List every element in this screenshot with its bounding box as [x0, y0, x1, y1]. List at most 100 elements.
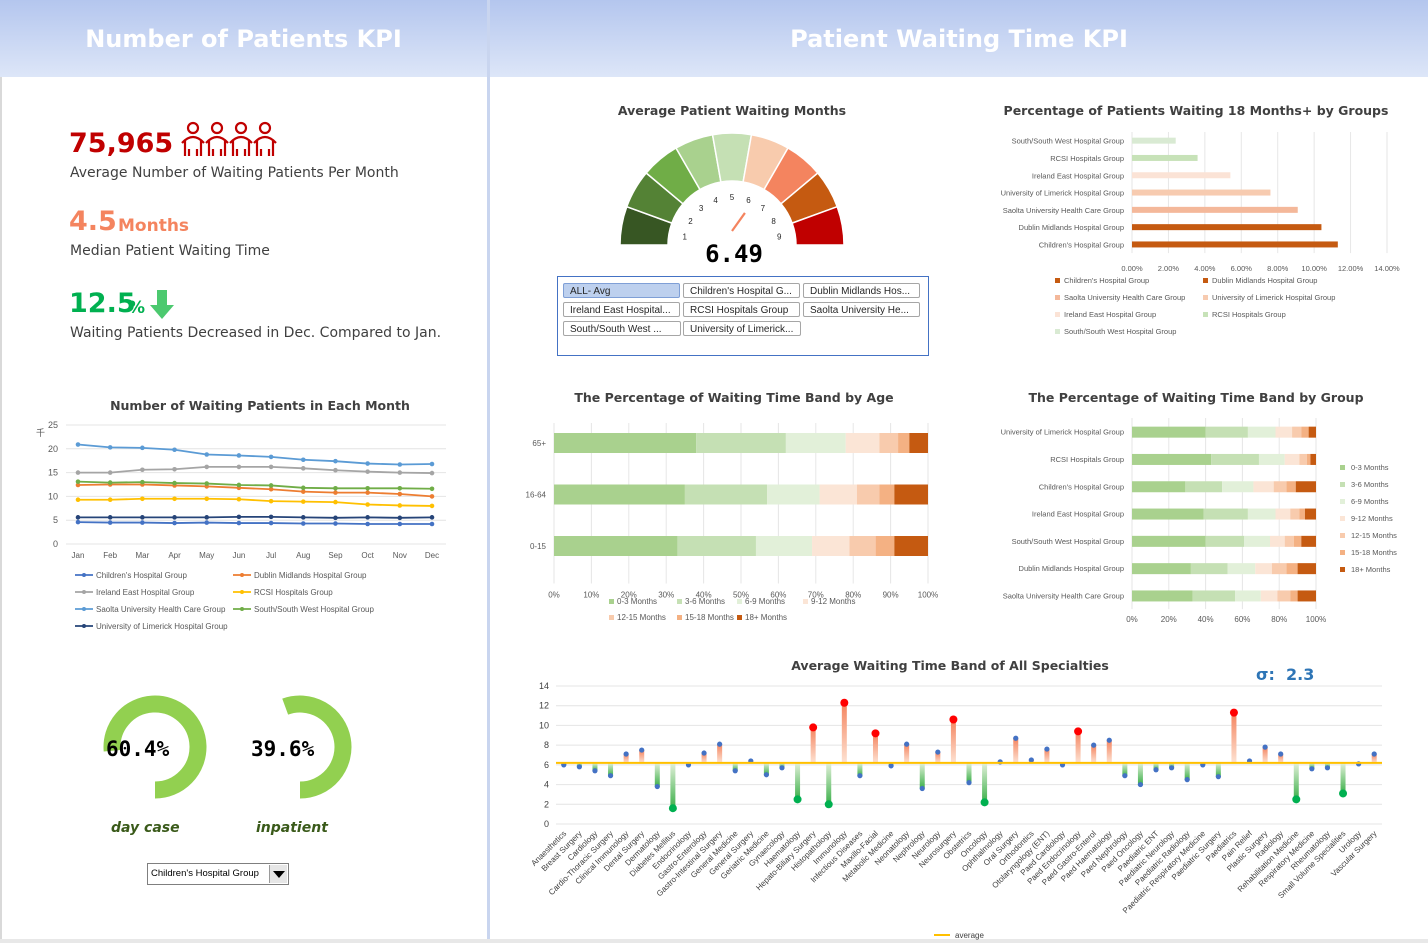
waiting-months-gauge: 1234 5 6 789 6.49 [619, 132, 845, 270]
specialties-lollipop-chart: 02468101214AnaestheticsBreast SurgeryCar… [529, 681, 1382, 940]
legend-swatch [1340, 516, 1345, 521]
data-point [204, 481, 210, 486]
stacked-bar-segment [879, 484, 895, 505]
lollipop-point [840, 698, 849, 707]
gauge-tick-label: 8 [771, 217, 776, 226]
lollipop-stem [904, 744, 910, 763]
slicer-item[interactable]: University of Limerick... [683, 321, 801, 336]
data-point [333, 467, 338, 473]
data-point [204, 452, 210, 457]
lollipop-stem [810, 727, 816, 763]
series-line [77, 483, 433, 498]
x-tick-label: 10.00% [1301, 264, 1327, 273]
legend-swatch [609, 615, 614, 620]
x-tick-label: Oct [361, 551, 374, 560]
lollipop-stem [1293, 762, 1299, 800]
lollipop-point [1013, 735, 1019, 741]
data-point [236, 514, 242, 520]
lollipop-stem [1137, 762, 1143, 785]
slicer-item[interactable]: South/South West ... [563, 321, 681, 336]
x-tick-label: 0% [1126, 615, 1138, 624]
lollipop-point [654, 783, 660, 790]
x-tick-label: 12.00% [1338, 264, 1364, 273]
data-point [172, 520, 177, 526]
slicer-item[interactable]: RCSI Hospitals Group [683, 302, 800, 317]
data-point [333, 486, 338, 491]
stacked-bar-segment [812, 536, 850, 556]
lollipop-point [1324, 765, 1331, 771]
stacked-bar-segment [755, 536, 813, 556]
data-point [365, 521, 370, 527]
lollipop-point [701, 750, 707, 756]
chevron-down-icon[interactable] [269, 865, 287, 883]
group-dropdown[interactable]: Children's Hospital Group [147, 863, 289, 885]
legend-swatch [1340, 465, 1345, 470]
stacked-bar-segment [1132, 563, 1191, 575]
legend-label: 9-12 Months [1351, 514, 1393, 523]
legend-label: 12-15 Months [617, 613, 666, 622]
data-point [429, 470, 435, 476]
data-point [75, 442, 81, 447]
stacked-bar-segment [1132, 453, 1212, 465]
legend-swatch [677, 599, 682, 604]
data-point [172, 496, 177, 502]
stacked-bar-segment [684, 484, 768, 505]
stacked-bar-segment [1275, 508, 1291, 520]
legend-label: University of Limerick Hospital Group [96, 622, 228, 631]
x-tick-label: 10% [583, 591, 599, 600]
slicer-item[interactable]: Ireland East Hospital... [563, 302, 680, 317]
x-tick-label: 6.00% [1231, 264, 1253, 273]
x-tick-label: 100% [1306, 615, 1326, 624]
stacked-bar-segment [1271, 563, 1287, 575]
legend-swatch [1055, 312, 1060, 317]
legend-swatch [803, 599, 808, 604]
stacked-bar-segment [1222, 481, 1254, 493]
legend-swatch [1340, 567, 1345, 572]
patients-kpi-value: 75,965 [69, 128, 174, 159]
lollipop-stem [872, 733, 878, 763]
stacked-bar-segment [785, 433, 846, 453]
slicer-item[interactable]: Saolta University He... [803, 302, 920, 317]
x-tick-label: Aug [296, 551, 310, 560]
data-point [107, 445, 113, 450]
data-point [75, 519, 81, 525]
data-point [75, 479, 81, 484]
y-tick-label: Saolta University Health Care Group [1003, 206, 1124, 215]
stacked-bar-segment [1190, 563, 1228, 575]
group-slicer: ALL- Avg Children's Hospital G... Dublin M… [557, 276, 929, 356]
stacked-bar-segment [1284, 535, 1294, 547]
bar [1132, 154, 1198, 161]
y-tick-label: South/South West Hospital Group [1012, 137, 1124, 146]
legend-swatch [737, 615, 742, 620]
stacked-bar-segment [1299, 508, 1305, 520]
x-tick-label: 2.00% [1158, 264, 1180, 273]
data-point [429, 494, 435, 499]
slicer-item[interactable]: Children's Hospital G... [683, 283, 800, 298]
x-tick-label: Feb [103, 551, 117, 560]
over18-chart-title: Percentage of Patients Waiting 18 Months… [1003, 103, 1389, 118]
day-case-percent: 60.4% [106, 737, 170, 761]
y-tick-label: Dublin Midlands Hospital Group [1019, 223, 1124, 232]
bar [1132, 172, 1231, 179]
data-point [107, 520, 113, 525]
stacked-bar-segment [1284, 453, 1300, 465]
age-band-bar-chart: 0% 10% 20% 30% 40% 50% 60% 70% 80% 90% 100%65+16-6… [526, 423, 938, 622]
y-tick-label: University of Limerick Hospital Group [1001, 428, 1124, 437]
series-line [78, 515, 433, 519]
slicer-item[interactable]: ALL- Avg [563, 283, 680, 298]
gauge-title: Average Patient Waiting Months [617, 103, 847, 118]
x-tick-label: Jun [232, 551, 245, 560]
stacked-bar-segment [1211, 453, 1259, 465]
x-tick-label: 0% [548, 591, 560, 600]
y-tick-label: 16-64 [526, 491, 547, 500]
lollipop-point [1137, 781, 1144, 788]
lollipop-point [980, 798, 989, 807]
x-tick-label: Apr [168, 551, 181, 560]
slicer-item[interactable]: Dublin Midlands Hos... [803, 283, 920, 298]
stacked-bar-segment [1299, 453, 1307, 465]
patients-kpi-label: Average Number of Waiting Patients Per M… [70, 165, 399, 181]
stacked-bar-segment [1132, 590, 1193, 602]
legend-label: average [955, 931, 984, 940]
legend-swatch [1203, 278, 1208, 283]
legend-label: Dublin Midlands Hospital Group [1212, 276, 1317, 285]
